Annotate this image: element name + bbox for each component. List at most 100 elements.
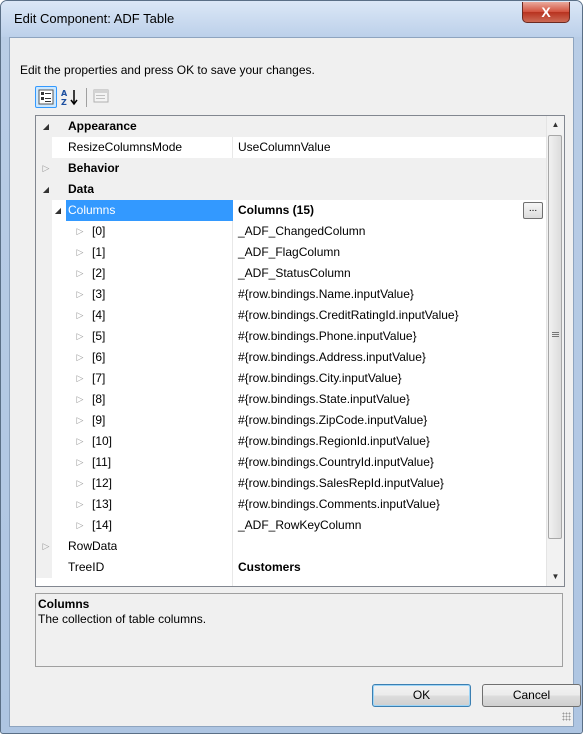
property-name: TreeID: [68, 560, 105, 574]
column-item-row[interactable]: ▷ [0] _ADF_ChangedColumn: [36, 221, 546, 242]
categorized-view-icon: [38, 89, 54, 105]
property-value[interactable]: UseColumnValue: [233, 137, 548, 158]
property-value[interactable]: Columns (15): [233, 200, 548, 221]
svg-text:A: A: [61, 89, 68, 98]
expand-icon[interactable]: ▷: [72, 305, 88, 326]
expand-icon[interactable]: ▷: [72, 221, 88, 242]
svg-text:Z: Z: [61, 98, 67, 107]
column-item-row[interactable]: ▷ [4] #{row.bindings.CreditRatingId.inputV…: [36, 305, 546, 326]
column-value[interactable]: #{row.bindings.SalesRepId.inputValue}: [233, 473, 548, 494]
column-index: [5]: [92, 329, 106, 343]
column-value[interactable]: _ADF_RowKeyColumn: [233, 515, 548, 536]
toolbar-separator: [86, 88, 87, 107]
column-value[interactable]: #{row.bindings.State.inputValue}: [233, 389, 548, 410]
category-label: Behavior: [68, 161, 120, 175]
property-value[interactable]: [233, 536, 548, 557]
collapse-icon[interactable]: ◢: [38, 116, 54, 137]
column-value[interactable]: #{row.bindings.City.inputValue}: [233, 368, 548, 389]
column-item-row[interactable]: ▷ [12] #{row.bindings.SalesRepId.inputValu…: [36, 473, 546, 494]
column-index: [2]: [92, 266, 106, 280]
expand-icon[interactable]: ▷: [72, 263, 88, 284]
property-row-columns[interactable]: ◢ Columns Columns (15) ...: [36, 200, 546, 221]
expand-icon[interactable]: ▷: [38, 158, 54, 179]
column-item-row[interactable]: ▷ [7] #{row.bindings.City.inputValue}: [36, 368, 546, 389]
expand-icon[interactable]: ▷: [72, 431, 88, 452]
expand-icon[interactable]: ▷: [72, 368, 88, 389]
column-value[interactable]: #{row.bindings.Name.inputValue}: [233, 284, 548, 305]
column-index: [0]: [92, 224, 106, 238]
column-value[interactable]: #{row.bindings.CreditRatingId.inputValue…: [233, 305, 548, 326]
column-item-row[interactable]: ▷ [5] #{row.bindings.Phone.inputValue}: [36, 326, 546, 347]
column-index: [7]: [92, 371, 106, 385]
title-bar[interactable]: Edit Component: ADF Table X: [1, 1, 582, 37]
column-item-row[interactable]: ▷ [13] #{row.bindings.Comments.inputValue}: [36, 494, 546, 515]
alphabetical-sort-button[interactable]: A Z: [59, 86, 81, 108]
column-value[interactable]: #{row.bindings.Address.inputValue}: [233, 347, 548, 368]
category-label: Data: [68, 182, 95, 196]
column-value[interactable]: #{row.bindings.CountryId.inputValue}: [233, 452, 548, 473]
column-index: [8]: [92, 392, 106, 406]
scroll-thumb[interactable]: [548, 135, 562, 539]
collapse-icon[interactable]: ◢: [50, 200, 66, 221]
expand-icon[interactable]: ▷: [72, 515, 88, 536]
vertical-scrollbar[interactable]: ▲ ▼: [546, 116, 564, 586]
property-grid-toolbar: A Z: [35, 86, 145, 110]
column-index: [4]: [92, 308, 106, 322]
property-pages-icon: [93, 89, 109, 103]
scroll-up-icon[interactable]: ▲: [547, 116, 564, 133]
column-value[interactable]: _ADF_StatusColumn: [233, 263, 548, 284]
expand-icon[interactable]: ▷: [72, 410, 88, 431]
collection-editor-button[interactable]: ...: [523, 202, 543, 219]
column-item-row[interactable]: ▷ [8] #{row.bindings.State.inputValue}: [36, 389, 546, 410]
column-item-row[interactable]: ▷ [10] #{row.bindings.RegionId.inputValue}: [36, 431, 546, 452]
column-value[interactable]: _ADF_FlagColumn: [233, 242, 548, 263]
property-pages-button[interactable]: [91, 86, 113, 108]
column-value[interactable]: #{row.bindings.ZipCode.inputValue}: [233, 410, 548, 431]
help-title: Columns: [38, 597, 90, 611]
close-icon: X: [541, 4, 551, 20]
alphabetical-sort-icon: A Z: [61, 89, 78, 107]
property-row-tree-id[interactable]: TreeID Customers: [36, 557, 546, 578]
column-index: [1]: [92, 245, 106, 259]
collapse-icon[interactable]: ◢: [38, 179, 54, 200]
expand-icon[interactable]: ▷: [72, 494, 88, 515]
grip-icon: [552, 332, 559, 333]
expand-icon[interactable]: ▷: [72, 284, 88, 305]
column-index: [9]: [92, 413, 106, 427]
category-appearance[interactable]: ◢ Appearance: [36, 116, 546, 137]
column-item-row[interactable]: ▷ [1] _ADF_FlagColumn: [36, 242, 546, 263]
expand-icon[interactable]: ▷: [72, 347, 88, 368]
ok-button[interactable]: OK: [372, 684, 471, 707]
column-item-row[interactable]: ▷ [3] #{row.bindings.Name.inputValue}: [36, 284, 546, 305]
resize-grip-icon[interactable]: [562, 712, 571, 721]
expand-icon[interactable]: ▷: [38, 536, 54, 557]
column-item-row[interactable]: ▷ [6] #{row.bindings.Address.inputValue}: [36, 347, 546, 368]
expand-icon[interactable]: ▷: [72, 452, 88, 473]
column-value[interactable]: #{row.bindings.RegionId.inputValue}: [233, 431, 548, 452]
expand-icon[interactable]: ▷: [72, 326, 88, 347]
column-item-row[interactable]: ▷ [9] #{row.bindings.ZipCode.inputValue}: [36, 410, 546, 431]
property-row-resize-columns-mode[interactable]: ResizeColumnsMode UseColumnValue: [36, 137, 546, 158]
category-behavior[interactable]: ▷ Behavior: [36, 158, 546, 179]
column-value[interactable]: #{row.bindings.Comments.inputValue}: [233, 494, 548, 515]
column-value[interactable]: _ADF_ChangedColumn: [233, 221, 548, 242]
property-row-row-data[interactable]: ▷ RowData: [36, 536, 546, 557]
expand-icon[interactable]: ▷: [72, 389, 88, 410]
column-item-row[interactable]: ▷ [2] _ADF_StatusColumn: [36, 263, 546, 284]
expand-icon[interactable]: ▷: [72, 473, 88, 494]
category-label: Appearance: [68, 119, 137, 133]
property-value[interactable]: Customers: [233, 557, 548, 578]
close-button[interactable]: X: [522, 2, 570, 23]
scroll-down-icon[interactable]: ▼: [547, 568, 564, 585]
instructions-text: Edit the properties and press OK to save…: [20, 63, 315, 77]
column-index: [3]: [92, 287, 106, 301]
cancel-button[interactable]: Cancel: [482, 684, 581, 707]
categorized-view-button[interactable]: [35, 86, 57, 108]
column-value[interactable]: #{row.bindings.Phone.inputValue}: [233, 326, 548, 347]
expand-icon[interactable]: ▷: [72, 242, 88, 263]
column-item-row[interactable]: ▷ [11] #{row.bindings.CountryId.inputValue…: [36, 452, 546, 473]
column-item-row[interactable]: ▷ [14] _ADF_RowKeyColumn: [36, 515, 546, 536]
column-index: [11]: [92, 455, 112, 469]
property-grid: ◢ Appearance ResizeColumnsMode UseColumn…: [35, 115, 565, 587]
category-data[interactable]: ◢ Data: [36, 179, 546, 200]
